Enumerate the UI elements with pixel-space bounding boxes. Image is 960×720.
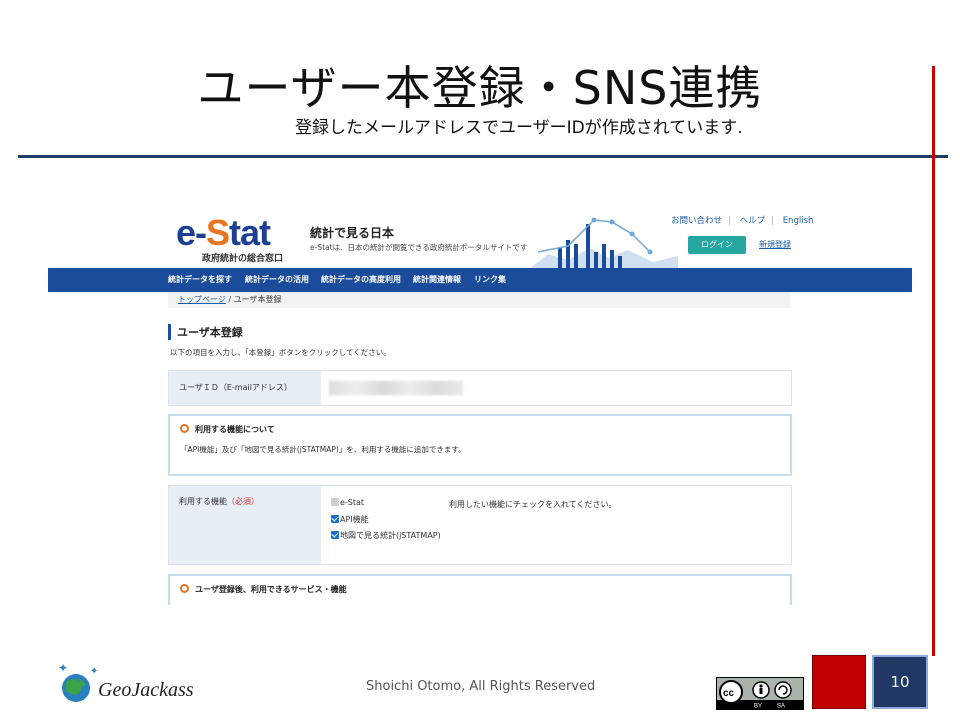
features-field-label: 利用する機能: [179, 497, 227, 506]
svg-text:GeoJackass: GeoJackass: [98, 679, 194, 701]
estat-tagline: 統計で見る日本: [310, 226, 395, 240]
slide-title: ユーザー本登録・SNS連携: [197, 61, 763, 115]
cc-license-badge: cc BY SA: [716, 677, 804, 710]
nav-item-search-data[interactable]: 統計データを探す: [168, 268, 232, 292]
user-id-value-blurred: [329, 381, 463, 395]
breadcrumb-home-link[interactable]: トップページ: [178, 295, 226, 304]
svg-text:✦: ✦: [58, 661, 68, 675]
page-number: 10: [872, 655, 928, 709]
page-heading: ユーザ本登録: [168, 324, 243, 340]
estat-description: e-Statは、日本の統計が閲覧できる政府統計ポータルサイトです: [310, 243, 528, 252]
info-circle-icon: [180, 424, 189, 433]
nav-item-advanced-use[interactable]: 統計データの高度利用: [321, 268, 401, 292]
svg-text:SA: SA: [777, 704, 785, 710]
estat-global-nav: 統計データを探す 統計データの活用 統計データの高度利用 統計関連情報 リンク集: [48, 268, 912, 292]
form-instruction: 以下の項目を入力し、「本登録」ボタンをクリックしてください。: [170, 348, 391, 357]
features-field-note: 利用したい機能にチェックを入れてください。: [449, 500, 617, 509]
features-info-title: 利用する機能について: [195, 425, 275, 434]
footer-credit: Shoichi Otomo, All Rights Reserved: [366, 679, 596, 694]
estat-logo[interactable]: e-Stat: [176, 212, 271, 254]
accent-red-square: [812, 655, 866, 709]
features-info-box: 利用する機能について 「API機能」及び「地図で見る統計(jSTATMAP)」を…: [168, 414, 792, 476]
breadcrumb-current: ユーザ本登録: [233, 295, 282, 304]
checkbox-jstatmap[interactable]: 地図で見る統計(jSTATMAP): [331, 530, 441, 541]
nav-item-related-info[interactable]: 統計関連情報: [413, 268, 461, 292]
svg-text:cc: cc: [723, 688, 735, 699]
estat-logo-subtitle: 政府統計の総合窓口: [202, 254, 284, 264]
services-info-box: ユーザ登録後、利用できるサービス・機能: [168, 574, 792, 605]
user-id-row: ユーザＩＤ（E-mailアドレス）: [168, 370, 792, 406]
features-field-row: 利用する機能（必須） e-Stat API機能 地図で見る統計(jSTATMAP…: [168, 485, 792, 565]
nav-item-links[interactable]: リンク集: [474, 268, 506, 292]
title-divider: [18, 155, 948, 158]
svg-text:BY: BY: [754, 704, 762, 710]
svg-text:✦: ✦: [90, 666, 98, 677]
login-button[interactable]: ログイン: [688, 236, 746, 254]
annotation-callout: 登録したメールアドレスでユーザーIDが作成されています.: [295, 118, 743, 138]
english-link[interactable]: English: [783, 216, 814, 226]
checkbox-estat: e-Stat: [331, 498, 364, 507]
estat-screenshot: e-Stat 政府統計の総合窓口 統計で見る日本 e-Statは、日本の統計が閲…: [48, 200, 912, 605]
nav-item-use-data[interactable]: 統計データの活用: [245, 268, 309, 292]
header-chart-graphic: [528, 217, 678, 270]
services-info-title: ユーザ登録後、利用できるサービス・機能: [195, 585, 347, 594]
estat-header: e-Stat 政府統計の総合窓口 統計で見る日本 e-Statは、日本の統計が閲…: [48, 200, 912, 270]
user-id-label: ユーザＩＤ（E-mailアドレス）: [169, 371, 321, 405]
info-circle-icon: [180, 584, 189, 593]
features-info-body: 「API機能」及び「地図で見る統計(jSTATMAP)」を、利用する機能に追加で…: [180, 445, 466, 454]
help-link[interactable]: ヘルプ: [740, 216, 766, 226]
breadcrumb: トップページ / ユーザ本登録: [178, 295, 282, 304]
accent-line: [932, 66, 935, 656]
checkbox-api[interactable]: API機能: [331, 514, 369, 525]
checkbox-api-box[interactable]: [331, 515, 339, 523]
checkbox-jstatmap-box[interactable]: [331, 531, 339, 539]
required-badge: （必須）: [227, 497, 259, 506]
contact-link[interactable]: お問い合わせ: [671, 216, 722, 226]
estat-top-links: お問い合わせ | ヘルプ | English: [671, 216, 814, 226]
checkbox-estat-box: [331, 498, 339, 506]
register-link[interactable]: 新規登録: [759, 239, 791, 250]
geojackass-logo: ✦ ✦ GeoJackass: [58, 661, 194, 702]
